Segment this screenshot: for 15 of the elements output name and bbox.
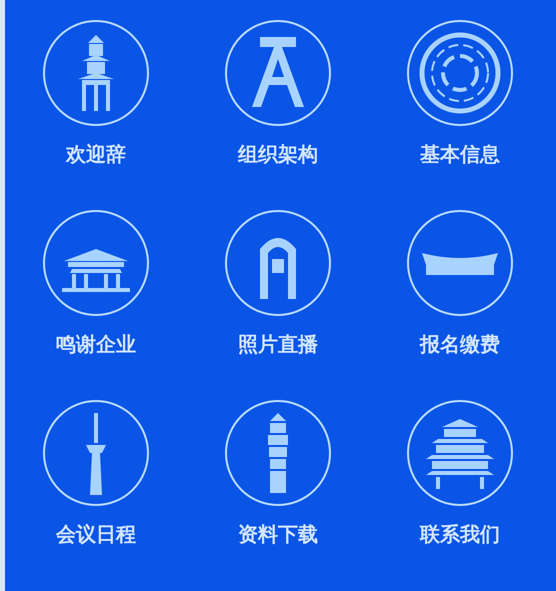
menu-label[interactable]: 组织架构	[238, 141, 318, 167]
menu-label[interactable]: 基本信息	[420, 141, 500, 167]
menu-label[interactable]: 鸣谢企业	[56, 331, 136, 357]
letter-a-icon[interactable]	[224, 19, 332, 127]
menu-label[interactable]: 报名缴费	[420, 331, 500, 357]
menu-label[interactable]: 欢迎辞	[66, 141, 126, 167]
arched-doorway-icon[interactable]	[224, 209, 332, 317]
menu-label[interactable]: 照片直播	[238, 331, 318, 357]
pavilion-icon[interactable]	[406, 399, 514, 507]
menu-label[interactable]: 会议日程	[56, 521, 136, 547]
temple-gate-icon[interactable]	[42, 209, 150, 317]
pagoda-icon[interactable]	[224, 399, 332, 507]
menu-label[interactable]: 联系我们	[420, 521, 500, 547]
tv-tower-icon[interactable]	[42, 399, 150, 507]
menu-label[interactable]: 资料下载	[238, 521, 318, 547]
